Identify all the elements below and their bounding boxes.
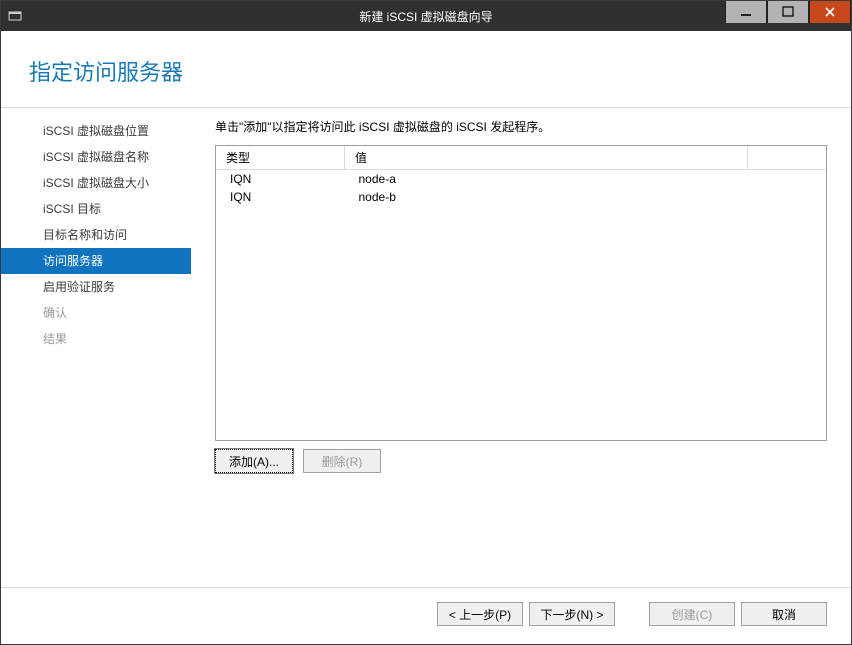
column-header-type[interactable]: 类型 xyxy=(216,146,345,170)
step-enable-auth[interactable]: 启用验证服务 xyxy=(1,274,191,300)
next-button[interactable]: 下一步(N) > xyxy=(529,602,615,626)
initiators-table-container: 类型 值 IQN node-a IQN node-b xyxy=(215,145,827,441)
footer-gap xyxy=(621,602,643,626)
window-controls xyxy=(725,1,851,31)
wizard-steps: iSCSI 虚拟磁盘位置 iSCSI 虚拟磁盘名称 iSCSI 虚拟磁盘大小 i… xyxy=(1,108,191,587)
initiators-table[interactable]: 类型 值 IQN node-a IQN node-b xyxy=(216,146,826,206)
page-title: 指定访问服务器 xyxy=(29,55,823,87)
step-disk-size[interactable]: iSCSI 虚拟磁盘大小 xyxy=(1,170,191,196)
previous-button[interactable]: < 上一步(P) xyxy=(437,602,523,626)
cell-value: node-b xyxy=(345,188,827,206)
cell-type: IQN xyxy=(216,170,345,189)
step-disk-location[interactable]: iSCSI 虚拟磁盘位置 xyxy=(1,118,191,144)
wizard-body: iSCSI 虚拟磁盘位置 iSCSI 虚拟磁盘名称 iSCSI 虚拟磁盘大小 i… xyxy=(1,108,851,587)
step-confirm: 确认 xyxy=(1,300,191,326)
instruction-text: 单击"添加"以指定将访问此 iSCSI 虚拟磁盘的 iSCSI 发起程序。 xyxy=(215,118,827,135)
cell-type: IQN xyxy=(216,188,345,206)
minimize-icon xyxy=(740,6,752,18)
create-button: 创建(C) xyxy=(649,602,735,626)
step-access-servers[interactable]: 访问服务器 xyxy=(1,248,191,274)
cell-value: node-a xyxy=(345,170,827,189)
titlebar: 新建 iSCSI 虚拟磁盘向导 xyxy=(1,1,851,31)
step-target-name[interactable]: 目标名称和访问 xyxy=(1,222,191,248)
minimize-button[interactable] xyxy=(725,1,767,23)
maximize-icon xyxy=(782,6,794,18)
page-header: 指定访问服务器 xyxy=(1,31,851,99)
close-button[interactable] xyxy=(809,1,851,23)
cancel-button[interactable]: 取消 xyxy=(741,602,827,626)
step-disk-name[interactable]: iSCSI 虚拟磁盘名称 xyxy=(1,144,191,170)
step-results: 结果 xyxy=(1,326,191,352)
close-icon xyxy=(824,6,836,18)
table-buttons: 添加(A)... 删除(R) xyxy=(215,449,827,473)
add-button[interactable]: 添加(A)... xyxy=(215,449,293,473)
window-title: 新建 iSCSI 虚拟磁盘向导 xyxy=(1,8,851,25)
column-header-spacer xyxy=(748,146,827,170)
table-row[interactable]: IQN node-b xyxy=(216,188,826,206)
content-pane: 单击"添加"以指定将访问此 iSCSI 虚拟磁盘的 iSCSI 发起程序。 类型… xyxy=(191,108,851,587)
table-row[interactable]: IQN node-a xyxy=(216,170,826,189)
wizard-footer: < 上一步(P) 下一步(N) > 创建(C) 取消 xyxy=(1,587,851,644)
remove-button: 删除(R) xyxy=(303,449,381,473)
maximize-button[interactable] xyxy=(767,1,809,23)
column-header-value[interactable]: 值 xyxy=(345,146,748,170)
step-target[interactable]: iSCSI 目标 xyxy=(1,196,191,222)
app-icon xyxy=(1,9,29,23)
wizard-window: 新建 iSCSI 虚拟磁盘向导 指定访问服务器 iSCSI 虚拟磁盘位置 iSC… xyxy=(0,0,852,645)
